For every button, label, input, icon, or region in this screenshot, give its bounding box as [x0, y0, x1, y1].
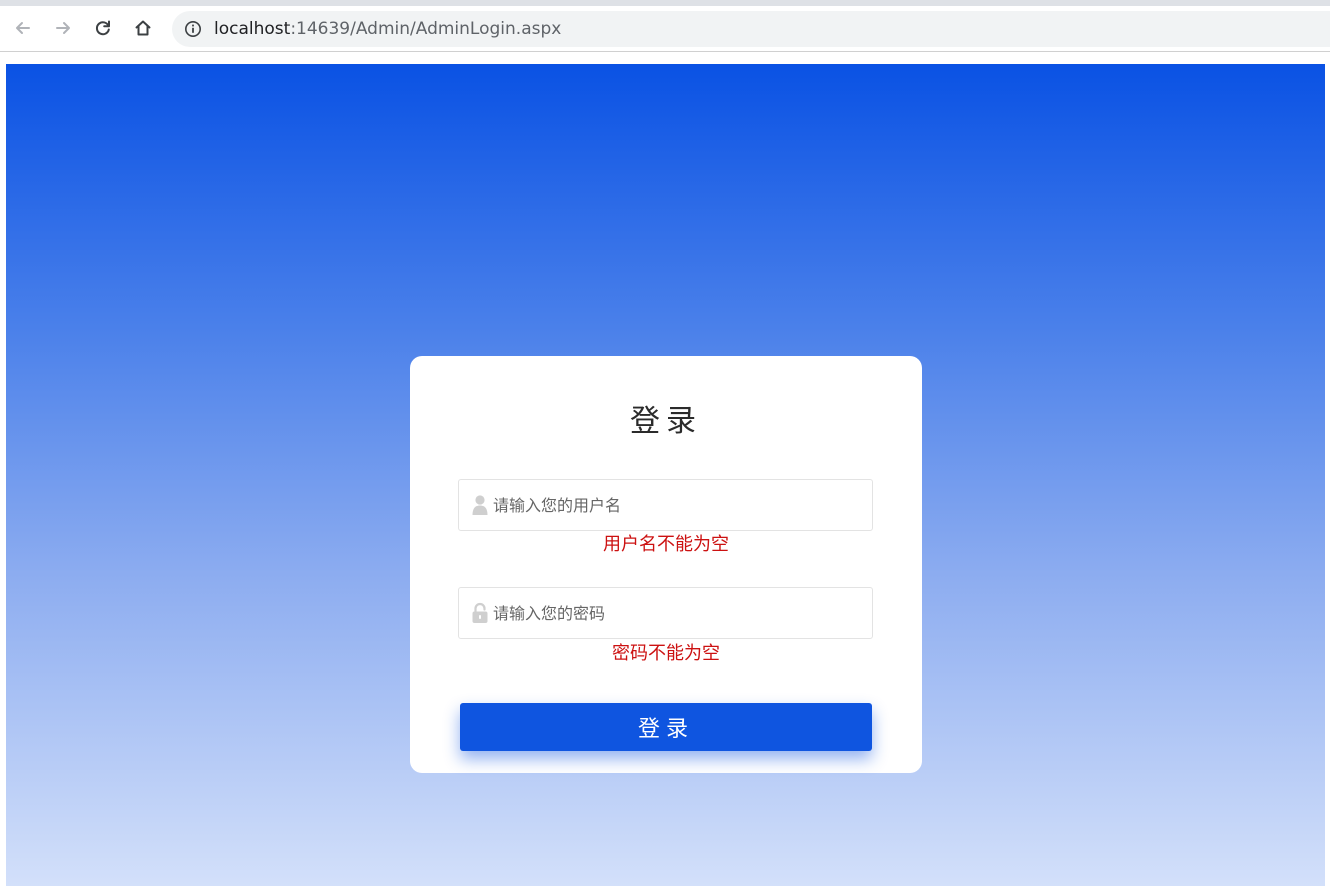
- username-field[interactable]: [458, 479, 873, 531]
- browser-toolbar: localhost:14639/Admin/AdminLogin.aspx: [0, 6, 1330, 52]
- reload-icon: [95, 20, 110, 36]
- url-path: :14639/Admin/AdminLogin.aspx: [290, 19, 562, 39]
- back-button[interactable]: [8, 13, 38, 43]
- user-icon: [472, 495, 488, 515]
- url-text[interactable]: localhost:14639/Admin/AdminLogin.aspx: [214, 19, 561, 39]
- login-button[interactable]: 登录: [460, 703, 872, 751]
- arrow-left-icon: [16, 22, 30, 34]
- username-error: 用户名不能为空: [603, 534, 729, 555]
- info-icon[interactable]: [184, 20, 202, 38]
- page-background: 登录 用户名不能为空 密码不能为空 登录: [6, 64, 1325, 886]
- home-button[interactable]: [128, 13, 158, 43]
- forward-button[interactable]: [48, 13, 78, 43]
- arrow-right-icon: [56, 22, 70, 34]
- username-input[interactable]: [493, 480, 863, 530]
- login-card: 登录 用户名不能为空 密码不能为空 登录: [410, 356, 922, 773]
- login-title: 登录: [630, 404, 702, 439]
- reload-button[interactable]: [88, 13, 118, 43]
- url-host: localhost: [214, 19, 291, 39]
- password-error: 密码不能为空: [612, 643, 720, 664]
- password-input[interactable]: [493, 588, 863, 638]
- password-field[interactable]: [458, 587, 873, 639]
- home-icon: [135, 20, 151, 36]
- address-bar[interactable]: localhost:14639/Admin/AdminLogin.aspx: [172, 11, 1330, 47]
- lock-icon: [472, 602, 488, 623]
